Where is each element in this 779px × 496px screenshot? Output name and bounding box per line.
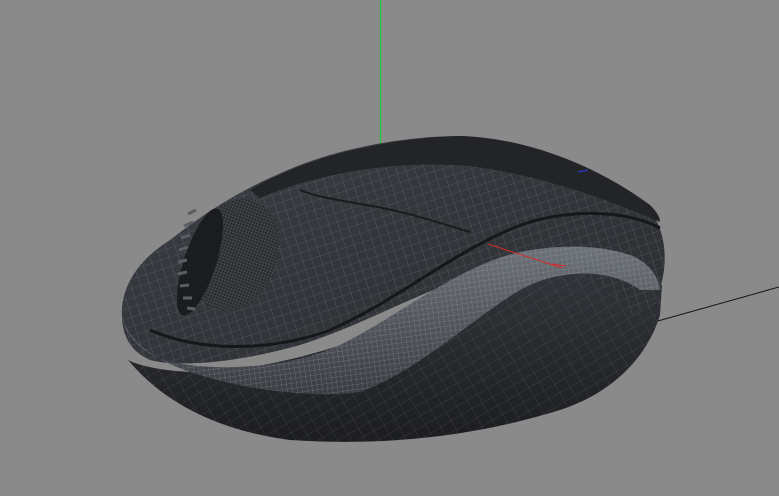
mouse-model[interactable] (121, 136, 665, 442)
3d-viewport[interactable] (0, 0, 779, 496)
